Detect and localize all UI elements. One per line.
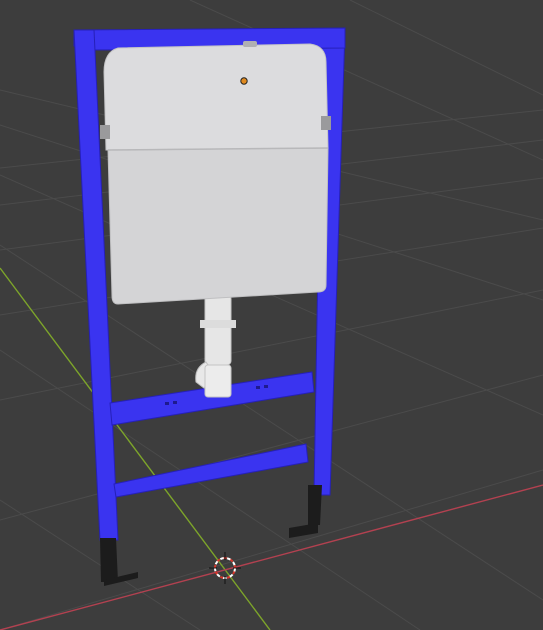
object-origin-icon[interactable] xyxy=(240,77,248,85)
3d-viewport[interactable] xyxy=(0,0,543,630)
viewport-canvas[interactable] xyxy=(0,0,543,630)
